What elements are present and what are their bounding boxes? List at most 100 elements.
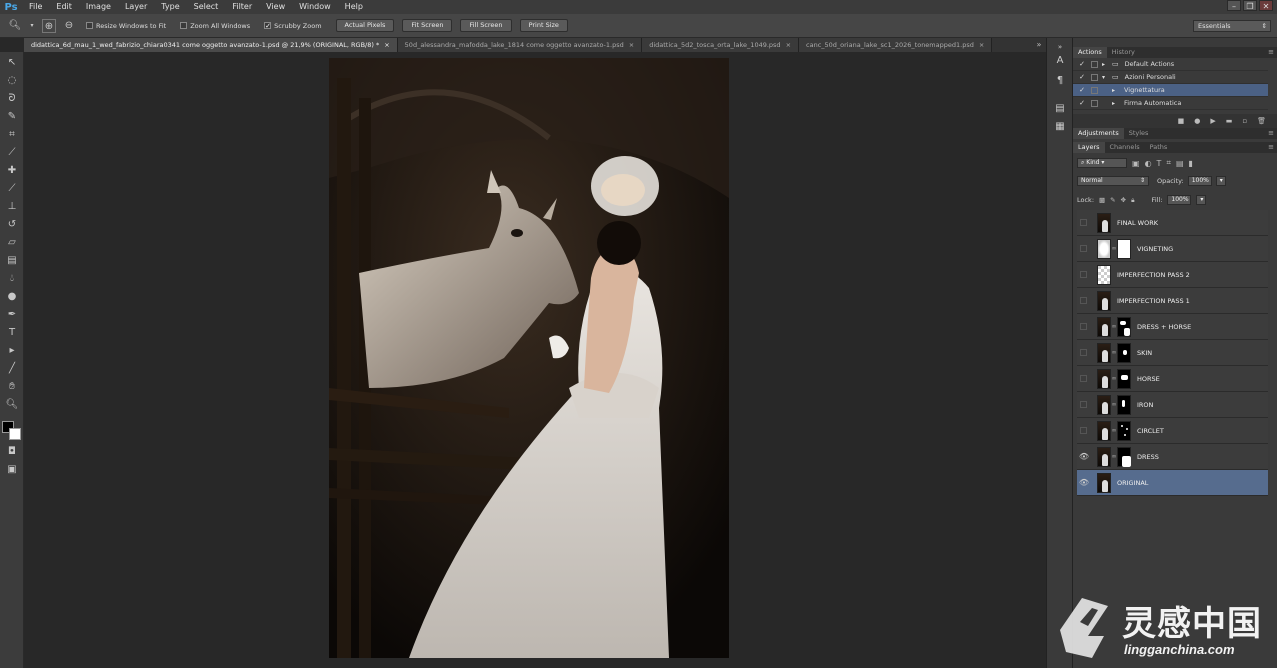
fill-screen-button[interactable]: Fill Screen xyxy=(460,19,512,32)
visibility-box[interactable] xyxy=(1080,348,1087,356)
minimize-icon[interactable]: – xyxy=(1227,0,1241,11)
check-icon[interactable]: ✓ xyxy=(1077,60,1087,68)
checkbox[interactable]: ✓ xyxy=(264,22,272,30)
visibility-toggle[interactable] xyxy=(1077,314,1091,340)
fit-screen-button[interactable]: Fit Screen xyxy=(402,19,453,32)
layer-thumbnail[interactable] xyxy=(1097,290,1111,311)
layer-thumbnail[interactable] xyxy=(1097,446,1111,467)
visibility-toggle[interactable] xyxy=(1077,418,1091,444)
layer-thumbnail[interactable] xyxy=(1097,420,1111,441)
layer-mask-thumbnail[interactable] xyxy=(1117,316,1131,337)
dialog-toggle[interactable] xyxy=(1091,73,1098,81)
visibility-box[interactable] xyxy=(1080,218,1087,226)
visibility-box[interactable] xyxy=(1080,322,1087,330)
menu-type[interactable]: Type xyxy=(154,0,186,14)
tab-actions[interactable]: Actions xyxy=(1073,47,1107,58)
panel-menu-icon[interactable]: ≡ xyxy=(1268,128,1277,139)
layer-mask-thumbnail[interactable] xyxy=(1117,420,1131,441)
layer-mask-thumbnail[interactable] xyxy=(1117,238,1131,259)
clone-stamp-tool-icon[interactable]: ⊥ xyxy=(4,200,20,214)
zoom-out-icon[interactable]: ⊖ xyxy=(62,19,76,33)
layer-mask-thumbnail[interactable] xyxy=(1117,394,1131,415)
pen-tool-icon[interactable]: ✒ xyxy=(4,308,20,322)
new-action-icon[interactable]: ▫ xyxy=(1242,114,1247,128)
layer-row[interactable]: IMPERFECTION PASS 2 xyxy=(1077,262,1268,288)
eye-icon[interactable]: 👁︎ xyxy=(1077,444,1091,470)
layer-thumbnail[interactable] xyxy=(1097,342,1111,363)
close-tab-icon[interactable]: × xyxy=(979,38,984,52)
chevron-right-icon[interactable]: ▸ xyxy=(1102,61,1112,68)
zoom-tool-icon[interactable]: 🔍︎ xyxy=(8,19,22,33)
lock-position-icon[interactable]: ✥ xyxy=(1121,196,1126,204)
visibility-toggle[interactable] xyxy=(1077,210,1091,236)
option-check-2[interactable]: ✓ Scrubby Zoom xyxy=(264,22,322,30)
dialog-toggle[interactable] xyxy=(1091,60,1098,68)
path-selection-tool-icon[interactable]: ▸ xyxy=(4,344,20,358)
history-panel-icon[interactable]: ▤ xyxy=(1053,102,1067,116)
checkbox[interactable] xyxy=(180,22,188,29)
lock-pixels-icon[interactable]: ✎ xyxy=(1110,196,1115,204)
play-icon[interactable]: ▶ xyxy=(1210,114,1215,128)
visibility-box[interactable] xyxy=(1080,296,1087,304)
option-check-1[interactable]: Zoom All Windows xyxy=(180,22,250,30)
shape-filter-icon[interactable]: ⌗ xyxy=(1166,158,1171,168)
lock-all-icon[interactable]: 🔒︎ xyxy=(1131,196,1134,205)
layer-mask-thumbnail[interactable] xyxy=(1117,368,1131,389)
visibility-toggle[interactable] xyxy=(1077,392,1091,418)
visibility-box[interactable] xyxy=(1080,270,1087,278)
check-icon[interactable]: ✓ xyxy=(1077,86,1087,94)
document-tab[interactable]: didattica_5d2_tosca_orta_lake_1049.psd × xyxy=(642,38,800,52)
dialog-toggle[interactable] xyxy=(1091,99,1098,107)
visibility-toggle[interactable] xyxy=(1077,366,1091,392)
dialog-toggle[interactable] xyxy=(1091,86,1098,94)
check-icon[interactable]: ✓ xyxy=(1077,73,1087,81)
layer-row[interactable]: FINAL WORK xyxy=(1077,210,1268,236)
layer-thumbnail[interactable] xyxy=(1097,264,1111,285)
eye-icon[interactable]: 👁︎ xyxy=(1077,470,1091,496)
paragraph-panel-icon[interactable]: ¶ xyxy=(1053,74,1067,88)
chevron-right-icon[interactable]: ▸ xyxy=(1112,100,1122,107)
photoshop-logo[interactable]: Ps xyxy=(0,0,22,14)
background-color-swatch[interactable] xyxy=(9,428,21,440)
marquee-tool-icon[interactable]: ◌ xyxy=(4,74,20,88)
action-row[interactable]: ✓ ▸ Vignettatura xyxy=(1073,84,1268,97)
adjustment-filter-icon[interactable]: ◐ xyxy=(1145,159,1152,168)
layer-thumbnail[interactable] xyxy=(1097,368,1111,389)
visibility-toggle[interactable] xyxy=(1077,340,1091,366)
menu-filter[interactable]: Filter xyxy=(225,0,259,14)
tab-paths[interactable]: Paths xyxy=(1145,142,1173,153)
menu-edit[interactable]: Edit xyxy=(49,0,79,14)
collapse-panels-icon[interactable]: » xyxy=(1053,40,1067,54)
layer-row[interactable]: 👁︎ ∞ DRESS xyxy=(1077,444,1268,470)
menu-select[interactable]: Select xyxy=(187,0,226,14)
type-filter-icon[interactable]: T xyxy=(1157,159,1162,168)
menu-window[interactable]: Window xyxy=(292,0,338,14)
quick-select-tool-icon[interactable]: ✎ xyxy=(4,110,20,124)
type-tool-icon[interactable]: T xyxy=(4,326,20,340)
record-icon[interactable]: ● xyxy=(1194,114,1200,128)
option-check-0[interactable]: Resize Windows to Fit xyxy=(86,22,166,30)
visibility-toggle[interactable] xyxy=(1077,262,1091,288)
screen-mode-icon[interactable]: ▣ xyxy=(4,463,20,477)
filter-toggle-icon[interactable]: ▮ xyxy=(1189,159,1193,168)
check-icon[interactable]: ✓ xyxy=(1077,99,1087,107)
tab-adjustments[interactable]: Adjustments xyxy=(1073,128,1124,139)
visibility-box[interactable] xyxy=(1080,244,1087,252)
tool-preset-chevron-icon[interactable]: ▾ xyxy=(28,19,36,33)
gradient-tool-icon[interactable]: ▤ xyxy=(4,254,20,268)
menu-view[interactable]: View xyxy=(259,0,292,14)
tab-channels[interactable]: Channels xyxy=(1105,142,1145,153)
healing-brush-tool-icon[interactable]: ✚ xyxy=(4,164,20,178)
brush-tool-icon[interactable]: ⟋ xyxy=(4,182,20,196)
character-panel-icon[interactable]: A xyxy=(1053,54,1067,68)
layer-row[interactable]: ∞ SKIN xyxy=(1077,340,1268,366)
layer-thumbnail[interactable] xyxy=(1097,394,1111,415)
menu-help[interactable]: Help xyxy=(338,0,370,14)
layer-row[interactable]: ∞ DRESS + HORSE xyxy=(1077,314,1268,340)
history-brush-tool-icon[interactable]: ↺ xyxy=(4,218,20,232)
crop-tool-icon[interactable]: ⌗ xyxy=(4,128,20,142)
layer-row[interactable]: IMPERFECTION PASS 1 xyxy=(1077,288,1268,314)
hand-tool-icon[interactable]: ✋︎ xyxy=(4,380,20,394)
actual-pixels-button[interactable]: Actual Pixels xyxy=(335,19,395,32)
layer-row[interactable]: ∞ HORSE xyxy=(1077,366,1268,392)
